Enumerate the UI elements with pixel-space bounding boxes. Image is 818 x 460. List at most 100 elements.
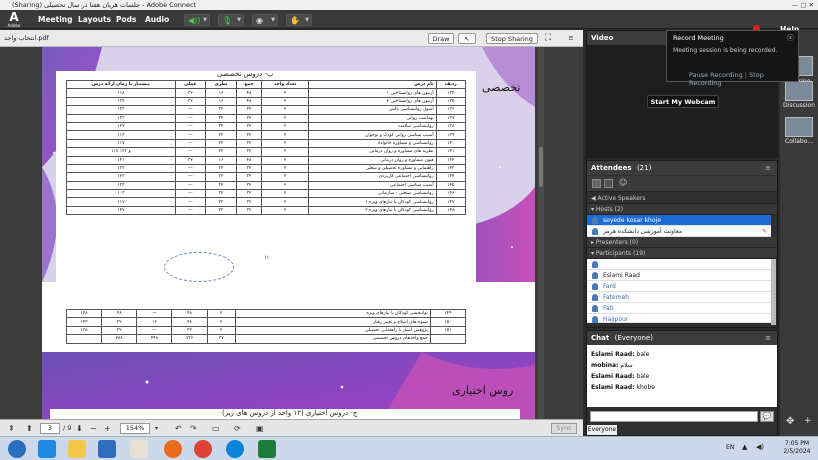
table-cell: —: [174, 105, 206, 115]
internet-explorer-icon[interactable]: [38, 440, 56, 458]
chat-title: Chat: [591, 334, 610, 342]
redo-icon[interactable]: ↷: [190, 420, 197, 437]
table-row: ۱۳۳—۳۲ ۳۲ ۲ آسیب شناسی اجتماعی ۱۴۵: [66, 180, 467, 191]
table-cell: ۳۲: [204, 197, 238, 207]
table-cell: —: [136, 308, 173, 319]
start-button-icon[interactable]: [8, 440, 26, 458]
menu-meeting[interactable]: Meeting: [38, 10, 73, 29]
firefox-icon[interactable]: [164, 440, 182, 458]
zoom-in-icon[interactable]: +: [104, 420, 111, 437]
close-icon[interactable]: ⓧ: [787, 33, 794, 43]
pod-menu-icon[interactable]: ≡: [765, 331, 771, 345]
stop-sharing-button[interactable]: Stop Sharing: [486, 33, 538, 44]
chat-log: Eslami Raad: bale mobina: سلام Eslami Ra…: [587, 345, 777, 407]
chat-tab-everyone[interactable]: Everyone: [587, 425, 617, 435]
table-cell: —: [174, 172, 206, 182]
table-cell: [65, 334, 103, 344]
pause-recording-link[interactable]: Pause Recording: [689, 71, 743, 79]
rotate-icon[interactable]: ⟳: [234, 420, 241, 437]
grid-view-icon[interactable]: [604, 179, 613, 188]
menu-pods[interactable]: Pods: [116, 10, 136, 29]
chevron-down-icon[interactable]: ▾: [155, 420, 158, 437]
table-row: ۱۳۴ ۳۲ ۱۶ ۴۸ ۲ آزمون های روانشناختی ۲ ۱۳۵: [66, 96, 467, 107]
file-explorer-icon[interactable]: [68, 440, 86, 458]
attendee-participant[interactable]: Hajipour: [587, 314, 771, 323]
attendee-host[interactable]: معاونت آموزشی دانشکده هرمز ✎: [587, 226, 771, 237]
add-layout-icon[interactable]: +: [804, 416, 812, 426]
send-message-button[interactable]: 💬: [760, 411, 774, 422]
media-player-icon[interactable]: [98, 440, 116, 458]
chat-sender: Eslami Raad:: [591, 384, 635, 391]
video-pod-title: Video: [591, 34, 614, 42]
pointer-button[interactable]: ↖: [458, 33, 476, 44]
system-clock[interactable]: 7:05 PM 2/5/2024: [778, 440, 816, 456]
layout-collaboration-thumb[interactable]: [785, 117, 813, 137]
chat-input[interactable]: [590, 411, 758, 422]
excel-icon[interactable]: [258, 440, 276, 458]
first-page-icon[interactable]: ⇞: [8, 420, 15, 437]
move-icon[interactable]: ✥: [786, 416, 794, 427]
table-cell: بهداشت روانی: [308, 113, 437, 123]
attendee-participant[interactable]: [587, 259, 771, 270]
next-page-icon[interactable]: ⬇: [76, 420, 83, 437]
record-meeting-popup: Record Meeting ⓧ Meeting session is bein…: [666, 30, 799, 87]
network-icon[interactable]: ▲: [742, 443, 747, 451]
document-icon[interactable]: ▣: [256, 420, 264, 437]
microphone-button[interactable]: 🎙 ▼: [218, 14, 244, 26]
speaker-button[interactable]: ◀)) ▼: [184, 14, 210, 26]
table-cell: ۱۱۷: [66, 197, 176, 207]
table-cell: ۲: [260, 163, 310, 174]
participants-label: Participants (19): [595, 250, 646, 257]
webcam-button[interactable]: ◉ ▼: [252, 14, 278, 26]
attendee-participant[interactable]: Fatemeh: [587, 292, 771, 303]
active-speakers-row: ◀ Active Speakers: [587, 193, 777, 204]
draw-button[interactable]: Draw: [428, 33, 454, 44]
participants-group-header[interactable]: ▾ Participants (19): [587, 248, 777, 259]
layout-discussion-label[interactable]: Discussion: [780, 102, 818, 109]
edge-icon[interactable]: [226, 440, 244, 458]
fit-width-icon[interactable]: ▭: [212, 420, 220, 437]
attendee-participant[interactable]: Fati: [587, 303, 771, 314]
zoom-out-icon[interactable]: −: [90, 420, 97, 437]
table-cell: فنون مشاوره و روان درمانی: [308, 155, 437, 165]
undo-icon[interactable]: ↶: [175, 420, 182, 437]
attendees-scrollbar[interactable]: [771, 259, 776, 325]
chat-scope: (Everyone): [614, 334, 654, 342]
menu-audio[interactable]: Audio: [145, 10, 169, 29]
attendee-participant[interactable]: Fard: [587, 281, 771, 292]
fullscreen-icon[interactable]: ⛶: [542, 33, 554, 44]
shared-document-area[interactable]: ب- دروس تخصصی تخصصی پیشنیاز یا زمان ارائ…: [0, 47, 583, 419]
table-cell: آسیب شناسی اجتماعی: [308, 180, 437, 191]
pod-menu-icon[interactable]: ≡: [565, 33, 577, 44]
attendees-count: (21): [636, 164, 652, 172]
language-indicator[interactable]: EN: [726, 444, 734, 451]
attendee-participant[interactable]: Eslami Raad: [587, 270, 771, 281]
table-row: ۱۳۳—۳۲ ۳۲ ۲ راهنمایی و مشاوره تحصیلی و شغلی…: [66, 163, 467, 174]
prev-page-icon[interactable]: ⬆: [26, 420, 33, 437]
menu-layouts[interactable]: Layouts: [78, 10, 111, 29]
hosts-group-header[interactable]: ▾ Hosts (2): [587, 204, 777, 215]
zoom-select[interactable]: 154%: [120, 423, 150, 434]
table-row: ۱۰۳—۳۲ ۳۲ ۲ روانشناسی صنعتی - سازمانی ۱۴۶: [66, 189, 467, 199]
layout-collaboration-label[interactable]: Collabo...: [780, 138, 818, 145]
chat-pod: Chat (Everyone) ≡ Eslami Raad: bale mobi…: [586, 330, 778, 436]
window-controls[interactable]: — ▢ ✕: [792, 0, 814, 10]
start-webcam-button[interactable]: Start My Webcam: [647, 95, 719, 108]
presenters-label: Presenters (0): [595, 239, 639, 246]
table-cell: ۳۲: [171, 325, 208, 336]
raise-hand-button[interactable]: ✋ ▼: [286, 14, 312, 26]
volume-icon[interactable]: ◀): [756, 443, 764, 451]
sync-button[interactable]: Sync: [551, 423, 577, 434]
vertical-scrollbar[interactable]: [538, 47, 544, 419]
page-number-input[interactable]: 3: [40, 423, 60, 434]
user-options-icon[interactable]: ☺: [619, 178, 627, 187]
attendee-host[interactable]: seyede kosar khoje: [587, 215, 771, 226]
chrome-icon[interactable]: [194, 440, 212, 458]
pod-menu-icon[interactable]: ≡: [765, 161, 771, 175]
presenters-group-header[interactable]: ▸ Presenters (0): [587, 237, 777, 248]
scroll-thumb[interactable]: [539, 147, 543, 187]
table-cell: ۲: [206, 325, 236, 336]
calendar-app-icon[interactable]: [130, 440, 148, 458]
table-cell: روانشناسی کودکان با نیازهای ویژه ۱: [308, 197, 437, 207]
list-view-icon[interactable]: [592, 179, 601, 188]
